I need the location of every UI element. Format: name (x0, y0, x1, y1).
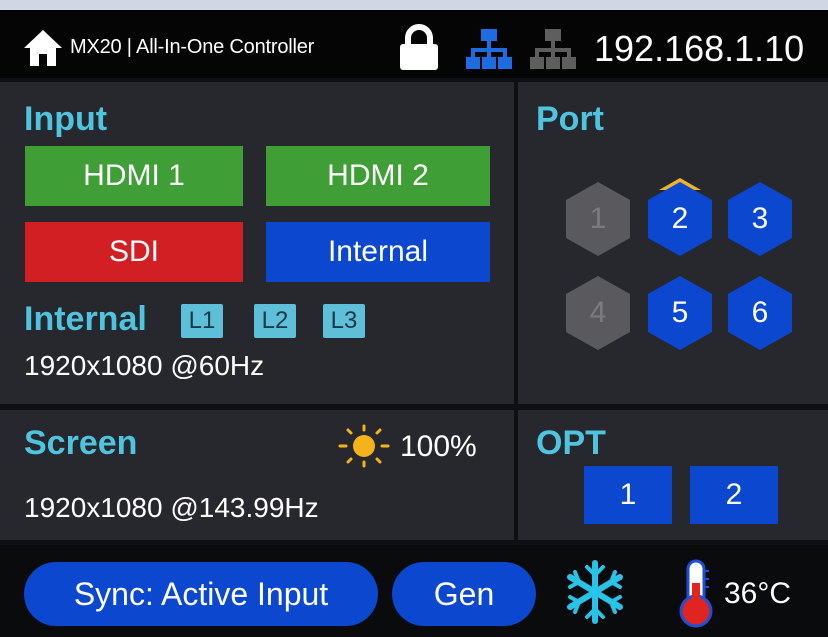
port-4-label: 4 (589, 296, 607, 329)
ip-address: 192.168.1.10 (594, 28, 805, 69)
network-active-icon (466, 28, 512, 72)
hdmi1-button[interactable]: HDMI 1 (25, 146, 243, 206)
port-6-button[interactable]: 6 (726, 274, 794, 352)
port-2-button[interactable]: 2 (646, 180, 714, 258)
brightness-value: 100% (400, 430, 477, 463)
network-inactive-icon (530, 28, 576, 72)
bottom-bar: Sync: Active Input Gen 36°C (0, 545, 828, 637)
sdi-button[interactable]: SDI (25, 222, 243, 282)
screen-resolution: 1920x1080 @143.99Hz (24, 492, 319, 523)
port-5-label: 5 (671, 296, 689, 329)
sync-button[interactable]: Sync: Active Input (24, 562, 378, 626)
gen-button[interactable]: Gen (392, 562, 536, 626)
opt-1-button[interactable]: 1 (584, 466, 672, 524)
input-heading: Input (24, 100, 108, 138)
opt-panel: OPT 1 2 (518, 410, 828, 540)
port-heading: Port (536, 100, 604, 138)
hdmi2-button[interactable]: HDMI 2 (266, 146, 490, 206)
port-3-label: 3 (751, 202, 769, 235)
input-panel: Input HDMI 1 HDMI 2 SDI Internal Interna… (0, 82, 514, 404)
port-2-label: 2 (671, 202, 689, 235)
opt-2-button[interactable]: 2 (690, 466, 778, 524)
layer-l2-button[interactable]: L2 (254, 304, 296, 338)
port-4-button[interactable]: 4 (564, 274, 632, 352)
port-panel: Port 1 2 3 4 5 6 (518, 82, 828, 404)
internal-button[interactable]: Internal (266, 222, 490, 282)
brightness-icon[interactable] (336, 424, 392, 468)
internal-label: Internal (24, 300, 147, 338)
opt-heading: OPT (536, 424, 606, 462)
temperature-value: 36°C (724, 577, 792, 610)
top-bar: MX20 | All-In-One Controller 192.168.1.1… (0, 0, 828, 78)
input-resolution: 1920x1080 @60Hz (24, 350, 265, 381)
screen-panel: Screen 100% 1920x1080 @143.99Hz (0, 410, 514, 540)
layer-l1-button[interactable]: L1 (181, 304, 223, 338)
home-icon[interactable] (22, 28, 64, 68)
lock-icon[interactable] (396, 24, 442, 72)
screen-heading: Screen (24, 424, 138, 462)
port-3-button[interactable]: 3 (726, 180, 794, 258)
port-5-button[interactable]: 5 (646, 274, 714, 352)
app-title: MX20 | All-In-One Controller (70, 36, 315, 58)
port-1-button[interactable]: 1 (564, 180, 632, 258)
port-1-label: 1 (589, 202, 607, 235)
thermometer-icon (676, 557, 716, 629)
port-6-label: 6 (751, 296, 769, 329)
snowflake-icon[interactable] (562, 559, 628, 625)
layer-l3-button[interactable]: L3 (323, 304, 365, 338)
